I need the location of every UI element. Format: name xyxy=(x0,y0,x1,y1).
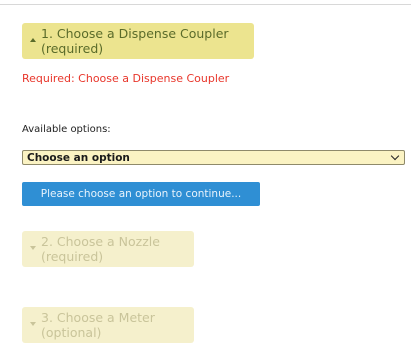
caret-down-icon xyxy=(30,322,36,326)
step-1-header[interactable]: 1. Choose a Dispense Coupler (required) xyxy=(22,23,254,59)
continue-button[interactable]: Please choose an option to continue... xyxy=(22,182,260,206)
caret-up-icon xyxy=(30,38,36,42)
step-2-label: 2. Choose a Nozzle (required) xyxy=(41,234,160,264)
divider xyxy=(0,4,411,5)
chevron-down-icon xyxy=(390,151,400,161)
available-options-label: Available options: xyxy=(22,124,111,135)
continue-button-label: Please choose an option to continue... xyxy=(40,188,242,200)
option-select[interactable]: Choose an option xyxy=(22,150,405,165)
step-1-label: 1. Choose a Dispense Coupler (required) xyxy=(41,26,229,56)
required-message: Required: Choose a Dispense Coupler xyxy=(22,72,230,85)
step-3-header[interactable]: 3. Choose a Meter (optional) xyxy=(22,307,194,343)
caret-down-icon xyxy=(30,246,36,250)
step-2-header[interactable]: 2. Choose a Nozzle (required) xyxy=(22,231,194,267)
option-select-value: Choose an option xyxy=(27,151,130,164)
product-options-panel: 1. Choose a Dispense Coupler (required) … xyxy=(0,0,411,345)
step-3-label: 3. Choose a Meter (optional) xyxy=(41,310,155,340)
